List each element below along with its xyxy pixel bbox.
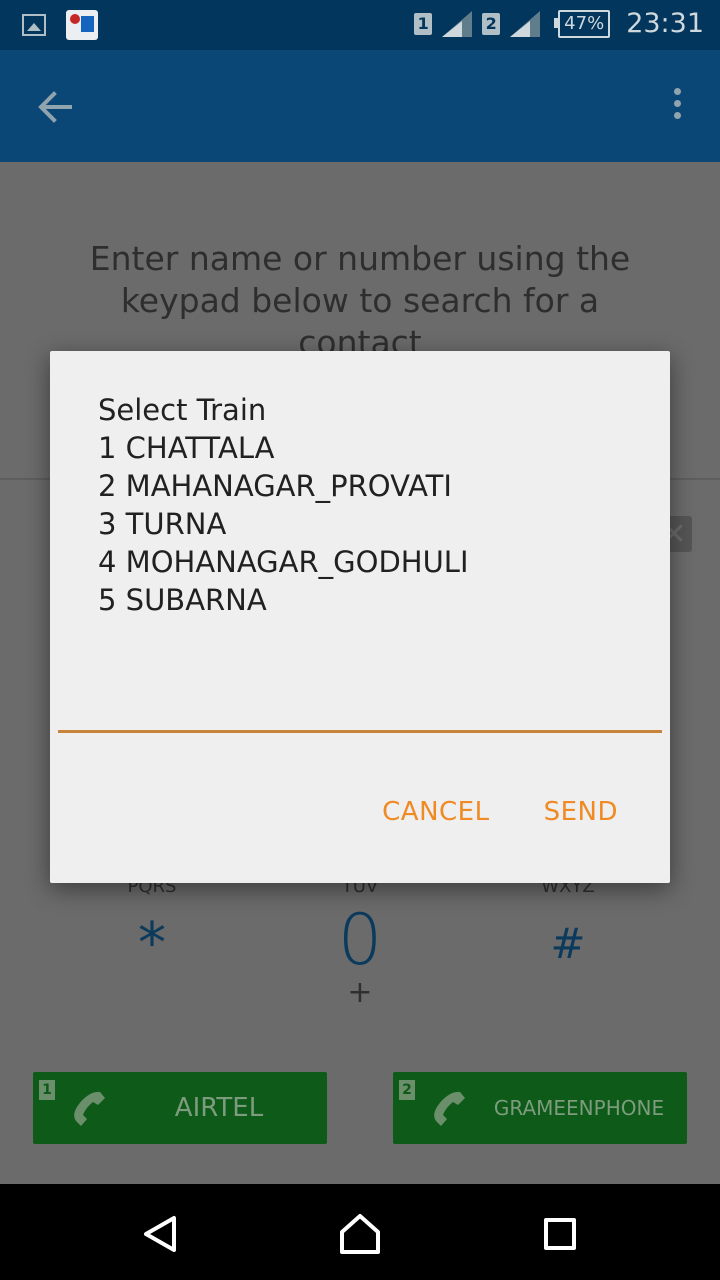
nav-home-icon[interactable]	[338, 1212, 382, 1256]
gallery-notification-icon	[22, 14, 46, 36]
navigation-bar	[0, 1184, 720, 1280]
sim2-indicator: 2	[482, 12, 501, 35]
back-arrow-icon[interactable]	[34, 86, 76, 128]
response-input[interactable]	[58, 730, 662, 733]
send-button[interactable]: SEND	[544, 797, 618, 827]
battery-icon: 47%	[554, 9, 611, 38]
key-symbol: *	[138, 911, 166, 976]
app-bar	[0, 50, 720, 162]
nav-recents-icon[interactable]	[544, 1218, 576, 1250]
menu-option: 2 MAHANAGAR_PROVATI	[98, 469, 452, 503]
phone-icon	[434, 1091, 465, 1126]
menu-option: 3 TURNA	[98, 507, 227, 541]
dialog-message: Select Train 1 CHATTALA 2 MAHANAGAR_PROV…	[98, 391, 469, 619]
status-bar: 1 2 47% 23:31	[0, 0, 720, 50]
app-notification-icon	[66, 10, 98, 40]
overflow-menu-icon[interactable]	[672, 88, 682, 124]
operator-label: AIRTEL	[174, 1093, 264, 1123]
screen: 1 2 47% 23:31 Enter name or number using…	[0, 0, 720, 1280]
sim-badge: 1	[39, 1080, 55, 1100]
key-hash[interactable]: WXYZ #	[488, 876, 648, 982]
call-button-airtel[interactable]: 1 AIRTEL	[33, 1072, 327, 1144]
keypad-row: PQRS * TUV 0 + WXYZ #	[0, 876, 720, 1016]
nav-back-icon[interactable]	[140, 1214, 180, 1254]
battery-level: 47%	[564, 13, 605, 34]
dialog-title-line: Select Train	[98, 393, 267, 427]
phone-icon	[74, 1091, 105, 1126]
key-symbol: 0	[337, 899, 383, 981]
key-star[interactable]: PQRS *	[72, 876, 232, 982]
key-sub: +	[347, 975, 373, 1010]
signal-1-icon	[442, 10, 473, 37]
menu-option: 1 CHATTALA	[98, 431, 275, 465]
call-button-grameenphone[interactable]: 2 GRAMEENPHONE	[393, 1072, 687, 1144]
sim-badge: 2	[399, 1080, 415, 1100]
cancel-button[interactable]: CANCEL	[382, 797, 489, 827]
sim1-indicator: 1	[414, 12, 433, 35]
ussd-dialog: Select Train 1 CHATTALA 2 MAHANAGAR_PROV…	[50, 351, 670, 883]
operator-label: GRAMEENPHONE	[493, 1096, 665, 1120]
signal-2-icon	[510, 10, 541, 37]
menu-option: 4 MOHANAGAR_GODHULI	[98, 545, 469, 579]
key-zero[interactable]: TUV 0 +	[280, 876, 440, 1010]
clock: 23:31	[626, 8, 704, 39]
key-symbol: #	[550, 919, 586, 968]
search-hint: Enter name or number using the keypad be…	[89, 239, 631, 362]
menu-option: 5 SUBARNA	[98, 583, 267, 617]
